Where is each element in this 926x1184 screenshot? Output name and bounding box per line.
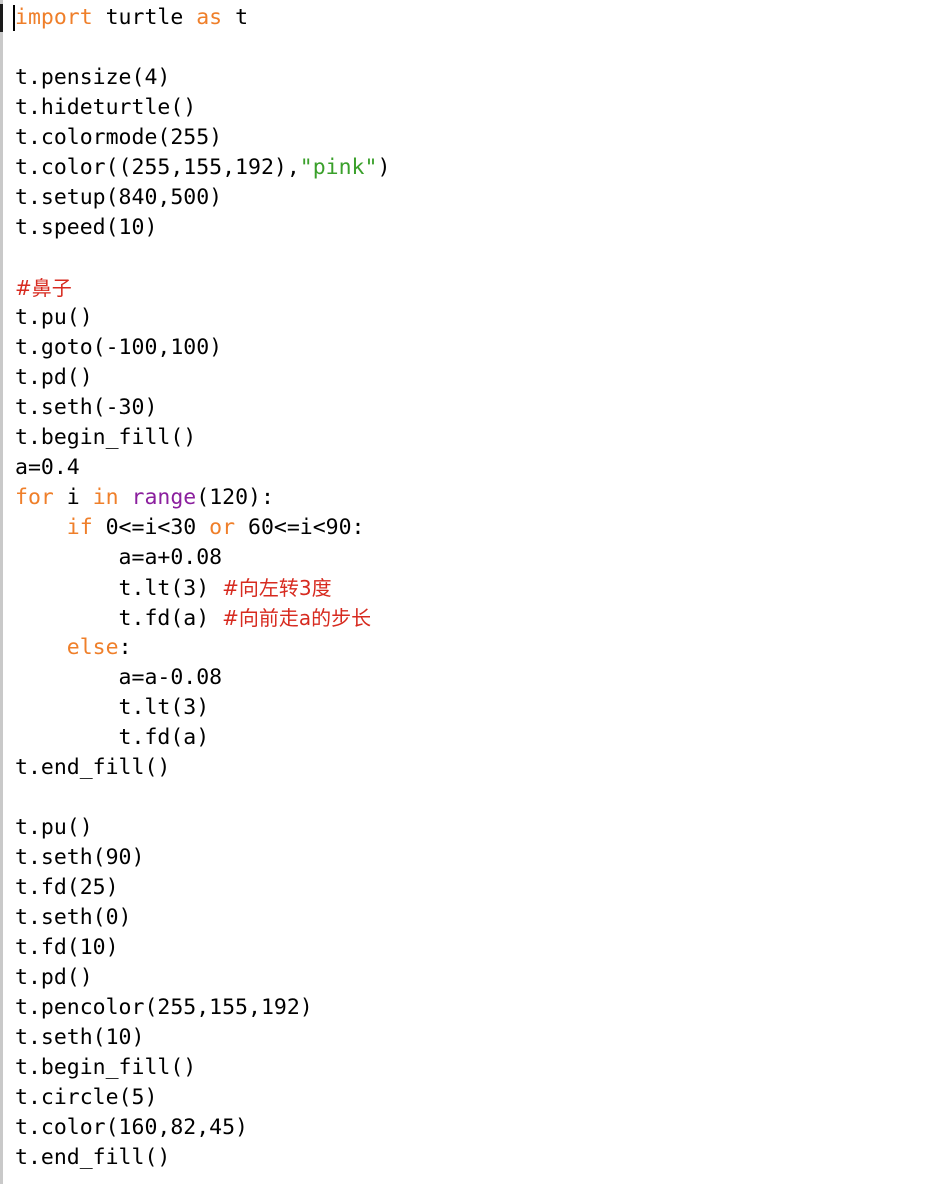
- string-token: "pink": [299, 155, 378, 180]
- code-token: t.lt(3): [15, 695, 210, 720]
- code-line[interactable]: t.lt(3): [15, 693, 926, 723]
- keyword-token: in: [92, 485, 119, 510]
- editor-left-border: [0, 0, 3, 1184]
- code-token: t: [222, 5, 249, 30]
- code-line[interactable]: t.pd(): [15, 363, 926, 393]
- code-line[interactable]: a=a+0.08: [15, 543, 926, 573]
- code-token: a=0.4: [15, 455, 80, 480]
- code-token: t.pd(): [15, 965, 93, 990]
- code-token: t.lt(3): [15, 576, 223, 601]
- window-edge-marker: [0, 4, 3, 32]
- code-line[interactable]: t.goto(-100,100): [15, 333, 926, 363]
- code-token: t.color(160,82,45): [15, 1115, 248, 1140]
- code-line[interactable]: t.pu(): [15, 813, 926, 843]
- keyword-token: if: [66, 515, 93, 540]
- code-token: t.pu(): [15, 305, 93, 330]
- comment-token: #向前走a的步长: [222, 606, 372, 630]
- keyword-token: else: [66, 635, 119, 660]
- code-token: t.seth(90): [15, 845, 145, 870]
- code-token: ): [377, 155, 391, 180]
- code-token: t.fd(a): [15, 606, 223, 631]
- keyword-token: or: [209, 515, 236, 540]
- code-line[interactable]: t.fd(10): [15, 933, 926, 963]
- comment-token: #鼻子: [15, 276, 72, 300]
- code-token: t.fd(a): [15, 725, 210, 750]
- code-token: 60<=i<90:: [235, 515, 365, 540]
- code-line[interactable]: t.setup(840,500): [15, 183, 926, 213]
- code-line[interactable]: t.pensize(4): [15, 63, 926, 93]
- code-token: t.begin_fill(): [15, 425, 197, 450]
- code-token: t.end_fill(): [15, 755, 171, 780]
- code-line[interactable]: if 0<=i<30 or 60<=i<90:: [15, 513, 926, 543]
- code-token: t.speed(10): [15, 215, 158, 240]
- code-token: :: [118, 635, 132, 660]
- code-line[interactable]: ​: [15, 243, 926, 273]
- code-line[interactable]: t.fd(a) #向前走a的步长: [15, 603, 926, 633]
- code-token: t.goto(-100,100): [15, 335, 223, 360]
- code-line[interactable]: t.begin_fill(): [15, 423, 926, 453]
- code-line[interactable]: a=0.4: [15, 453, 926, 483]
- code-editor[interactable]: import turtle as t​t.pensize(4)t.hidetur…: [13, 3, 926, 1173]
- code-line[interactable]: t.seth(10): [15, 1023, 926, 1053]
- keyword-token: import: [15, 5, 93, 30]
- code-line[interactable]: t.hideturtle(): [15, 93, 926, 123]
- code-line[interactable]: t.color((255,155,192),"pink"): [15, 153, 926, 183]
- code-line[interactable]: t.end_fill(): [15, 1143, 926, 1173]
- code-token: t.seth(10): [15, 1025, 145, 1050]
- code-line[interactable]: ​: [15, 783, 926, 813]
- code-token: turtle: [92, 5, 197, 30]
- code-token: a=a-0.08: [15, 665, 223, 690]
- code-line[interactable]: t.colormode(255): [15, 123, 926, 153]
- code-line[interactable]: import turtle as t: [13, 3, 926, 33]
- code-token: t.fd(25): [15, 875, 119, 900]
- code-token: t.begin_fill(): [15, 1055, 197, 1080]
- code-line[interactable]: else:: [15, 633, 926, 663]
- code-token: t.circle(5): [15, 1085, 158, 1110]
- code-line[interactable]: t.begin_fill(): [15, 1053, 926, 1083]
- code-token: (120):: [196, 485, 274, 510]
- code-token: t.seth(0): [15, 905, 132, 930]
- keyword-token: as: [196, 5, 223, 30]
- code-line[interactable]: t.pencolor(255,155,192): [15, 993, 926, 1023]
- builtin-token: range: [131, 485, 197, 510]
- code-token: t.seth(-30): [15, 395, 158, 420]
- code-token: i: [53, 485, 93, 510]
- code-line[interactable]: a=a-0.08: [15, 663, 926, 693]
- code-token: t.end_fill(): [15, 1145, 171, 1170]
- code-line[interactable]: t.fd(25): [15, 873, 926, 903]
- code-line[interactable]: ​: [15, 33, 926, 63]
- code-line[interactable]: t.seth(-30): [15, 393, 926, 423]
- code-line[interactable]: t.pu(): [15, 303, 926, 333]
- code-line[interactable]: t.seth(90): [15, 843, 926, 873]
- code-token: 0<=i<30: [92, 515, 210, 540]
- code-token: a=a+0.08: [15, 545, 223, 570]
- comment-token: #向左转3度: [222, 576, 332, 600]
- keyword-token: for: [15, 485, 54, 510]
- code-token: t.fd(10): [15, 935, 119, 960]
- code-line[interactable]: t.end_fill(): [15, 753, 926, 783]
- code-token: t.colormode(255): [15, 125, 223, 150]
- code-line[interactable]: t.circle(5): [15, 1083, 926, 1113]
- code-token: t.color((255,155,192),: [15, 155, 300, 180]
- code-token: t.hideturtle(): [15, 95, 197, 120]
- code-line[interactable]: for i in range(120):: [15, 483, 926, 513]
- code-token: t.pencolor(255,155,192): [15, 995, 313, 1020]
- code-line[interactable]: t.speed(10): [15, 213, 926, 243]
- code-token: t.pensize(4): [15, 65, 171, 90]
- code-line[interactable]: t.color(160,82,45): [15, 1113, 926, 1143]
- text-cursor: [13, 5, 15, 31]
- code-token: t.setup(840,500): [15, 185, 223, 210]
- code-token: t.pu(): [15, 815, 93, 840]
- code-line[interactable]: t.pd(): [15, 963, 926, 993]
- code-token: t.pd(): [15, 365, 93, 390]
- code-line[interactable]: t.seth(0): [15, 903, 926, 933]
- code-line[interactable]: #鼻子: [15, 273, 926, 303]
- code-line[interactable]: t.fd(a): [15, 723, 926, 753]
- code-line[interactable]: t.lt(3) #向左转3度: [15, 573, 926, 603]
